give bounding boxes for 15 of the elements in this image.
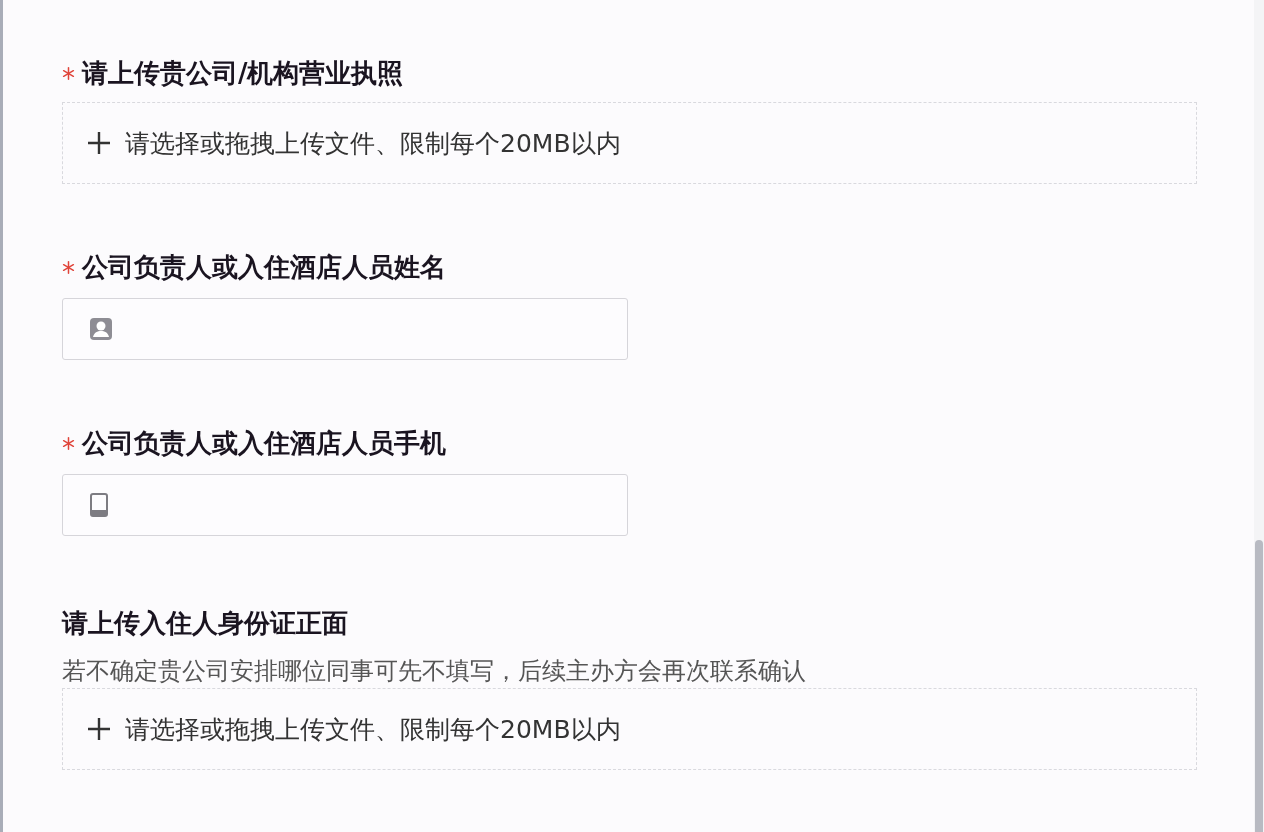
upload-area[interactable]: 请选择或拖拽上传文件、限制每个20MB以内 [62, 102, 1197, 184]
field-label: 公司负责人或入住酒店人员姓名 [82, 251, 446, 284]
person-icon [89, 317, 113, 341]
field-label: 公司负责人或入住酒店人员手机 [82, 427, 446, 460]
scrollbar[interactable] [1254, 0, 1264, 832]
input-field[interactable] [62, 298, 628, 360]
field-label: 请上传入住人身份证正面 [62, 607, 348, 640]
input-field[interactable] [62, 474, 628, 536]
scrollbar-thumb[interactable] [1255, 540, 1263, 832]
field-hint: 若不确定贵公司安排哪位同事可先不填写，后续主办方会再次联系确认 [62, 656, 807, 687]
field-label: 请上传贵公司/机构营业执照 [82, 57, 404, 90]
upload-area[interactable]: 请选择或拖拽上传文件、限制每个20MB以内 [62, 688, 1197, 770]
phone-icon [89, 493, 109, 517]
plus-icon [87, 717, 111, 741]
plus-icon [87, 131, 111, 155]
